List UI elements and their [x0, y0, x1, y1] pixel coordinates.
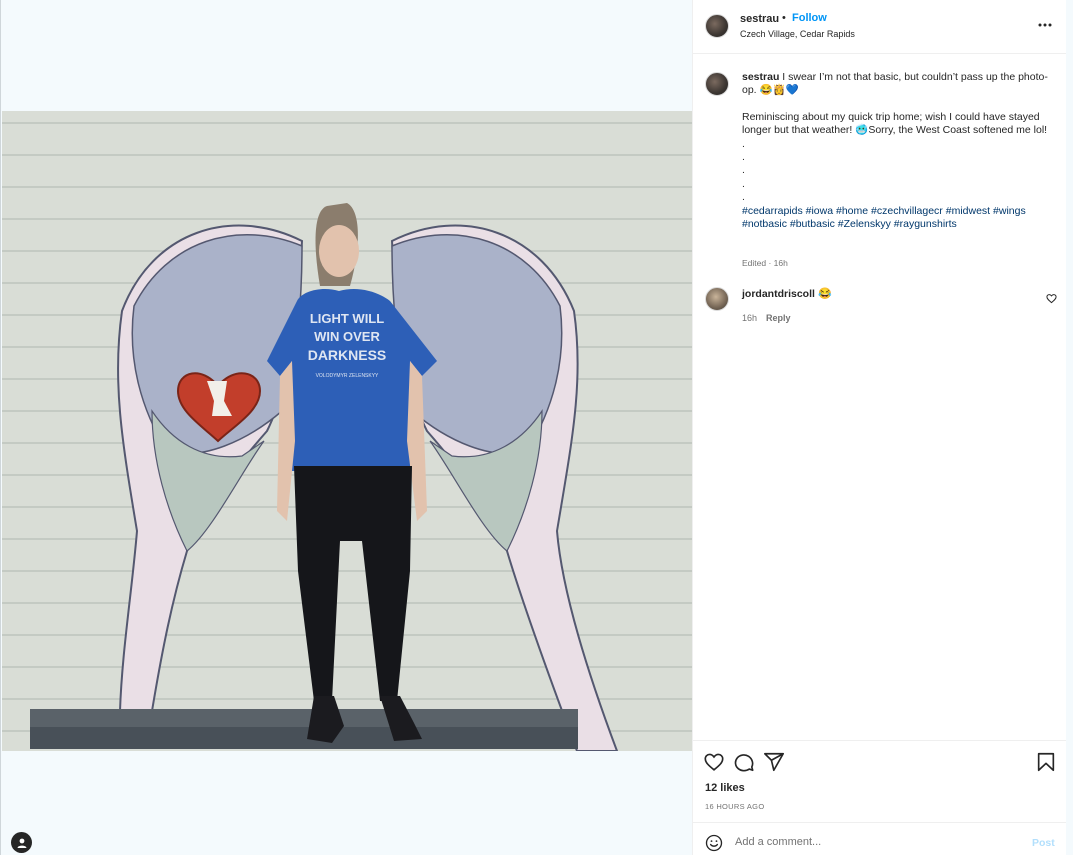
hashtag-link[interactable]: #wings: [993, 205, 1026, 217]
comment-icon[interactable]: [733, 751, 755, 773]
smile-icon[interactable]: [705, 834, 723, 852]
window-edge: [1066, 0, 1073, 855]
caption-line: I swear I’m not that basic, but couldn’t…: [742, 71, 1048, 97]
post-time: 16 HOURS AGO: [705, 802, 765, 811]
post-media-area: LIGHT WILL WIN OVER DARKNESS VOLODYMYR Z…: [0, 0, 692, 855]
hashtags: #cedarrapids #iowa #home #czechvillagecr…: [742, 205, 1056, 232]
shirt-text-1: LIGHT WILL: [310, 311, 384, 326]
shirt-text-4: VOLODYMYR ZELENSKYY: [316, 373, 379, 379]
shirt-text-3: DARKNESS: [308, 347, 387, 363]
comment-input[interactable]: [735, 832, 1015, 852]
action-bar: 12 likes 16 HOURS AGO: [693, 740, 1067, 822]
share-icon[interactable]: [763, 751, 785, 773]
post-header: sestrau • Follow Czech Village, Cedar Ra…: [693, 0, 1067, 54]
commenter-username[interactable]: jordantdriscoll: [742, 288, 815, 300]
caption-dot: .: [742, 191, 745, 204]
hashtag-link[interactable]: #raygunshirts: [894, 218, 957, 230]
hashtag-link[interactable]: #home: [836, 205, 868, 217]
commenter-avatar[interactable]: [705, 287, 729, 311]
caption-dot: .: [742, 151, 745, 164]
caption-dot: .: [742, 177, 745, 190]
comment-text: 😂: [818, 288, 832, 300]
photo-illustration: LIGHT WILL WIN OVER DARKNESS VOLODYMYR Z…: [2, 111, 692, 751]
hashtag-link[interactable]: #cedarrapids: [742, 205, 803, 217]
caption-username[interactable]: sestrau: [742, 71, 779, 83]
location-link[interactable]: Czech Village, Cedar Rapids: [740, 29, 855, 39]
hashtag-link[interactable]: #midwest: [946, 205, 990, 217]
heart-icon[interactable]: [703, 751, 725, 773]
post-photo[interactable]: LIGHT WILL WIN OVER DARKNESS VOLODYMYR Z…: [2, 111, 692, 751]
hashtag-link[interactable]: #iowa: [806, 205, 833, 217]
follow-button[interactable]: Follow: [792, 12, 827, 24]
comment-time[interactable]: 16h: [742, 313, 757, 323]
comment-heart-icon[interactable]: [1046, 293, 1057, 304]
hashtag-link[interactable]: #butbasic: [790, 218, 835, 230]
hashtag-link[interactable]: #Zelenskyy: [838, 218, 891, 230]
edited-timestamp: Edited · 16h: [742, 258, 788, 268]
hashtag-link[interactable]: #notbasic: [742, 218, 787, 230]
likes-count[interactable]: 12 likes: [705, 782, 745, 794]
post-comment-button[interactable]: Post: [1032, 837, 1055, 849]
caption-dot: .: [742, 137, 745, 150]
reply-button[interactable]: Reply: [766, 313, 791, 323]
shirt-text-2: WIN OVER: [314, 329, 380, 344]
comment-composer: Post: [693, 822, 1067, 855]
author-avatar[interactable]: [705, 14, 729, 38]
bookmark-icon[interactable]: [1035, 751, 1057, 773]
caption-paragraph: Reminiscing about my quick trip home; wi…: [742, 110, 1048, 137]
more-icon[interactable]: [1035, 17, 1055, 33]
author-username[interactable]: sestrau: [740, 13, 779, 25]
caption-avatar[interactable]: [705, 72, 729, 96]
post-detail-panel: sestrau • Follow Czech Village, Cedar Ra…: [692, 0, 1067, 855]
hashtag-link[interactable]: #czechvillagecr: [871, 205, 943, 217]
caption-text: sestrau I swear I’m not that basic, but …: [742, 71, 1056, 231]
user-tag-button[interactable]: [11, 832, 32, 853]
header-separator: •: [782, 12, 786, 24]
caption-dot: .: [742, 164, 745, 177]
user-tag-icon: [17, 838, 26, 848]
